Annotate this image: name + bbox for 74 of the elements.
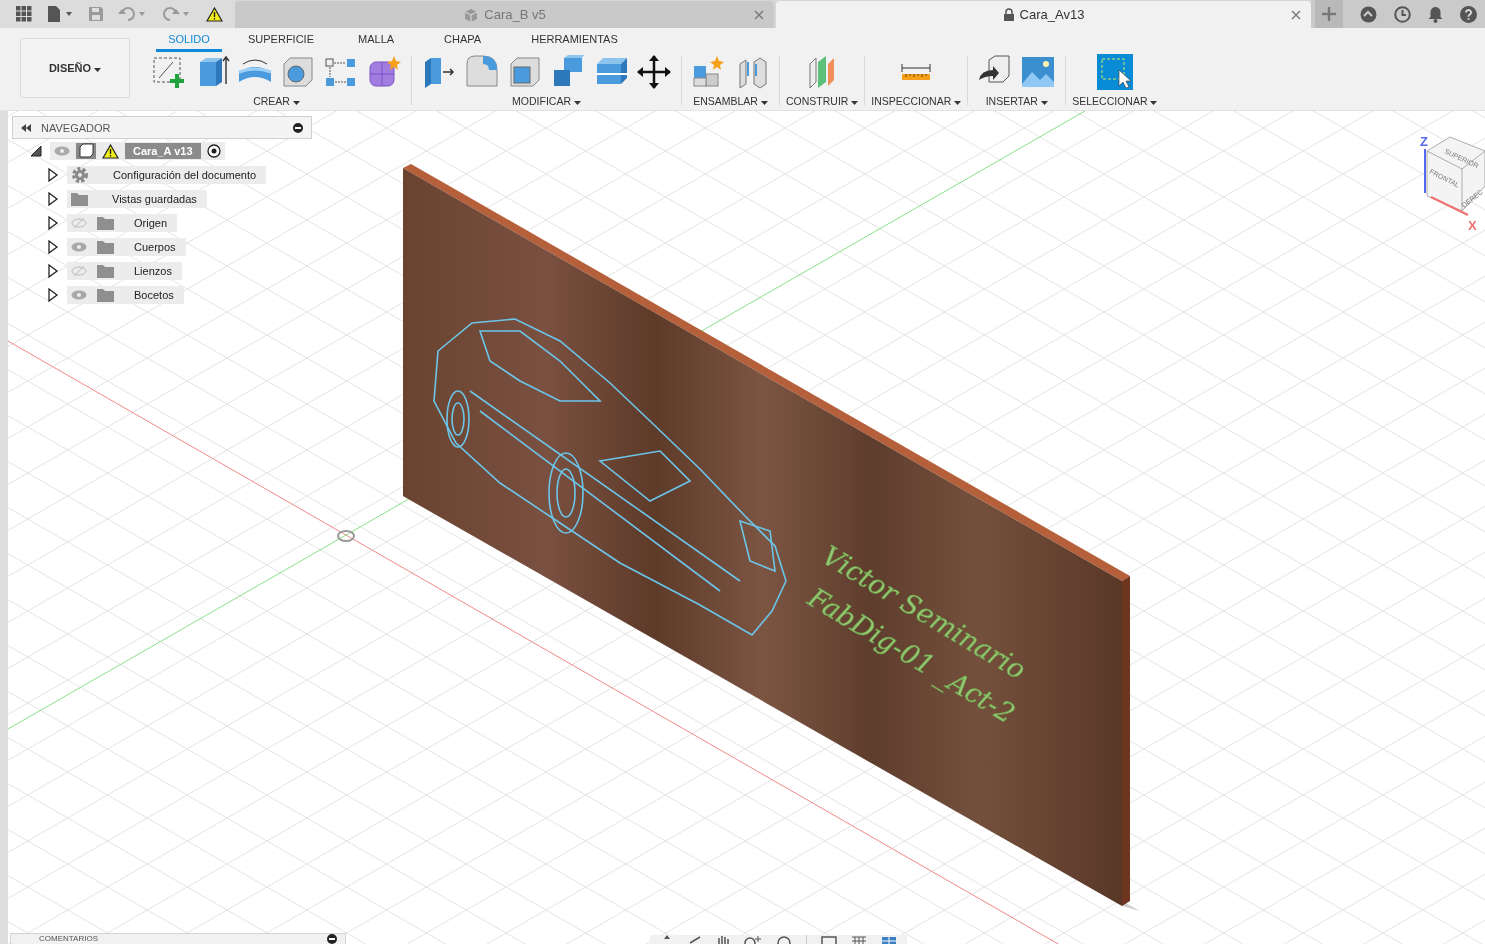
document-tab[interactable]: Cara_Av13 <box>776 1 1311 28</box>
warning-icon <box>102 143 119 159</box>
comments-title: COMENTARIOS <box>39 934 99 944</box>
tool-group-dropdown[interactable]: INSPECCIONAR <box>871 95 962 107</box>
caret-icon <box>954 101 962 105</box>
workspace-dropdown[interactable]: DISEÑO <box>20 38 130 98</box>
sketch-icon[interactable] <box>151 54 187 90</box>
file-icon[interactable] <box>46 6 74 22</box>
caret-icon <box>573 101 581 105</box>
folder-icon <box>97 240 114 254</box>
form-icon[interactable] <box>366 54 402 90</box>
grid-icon[interactable] <box>851 935 867 944</box>
origin-icon <box>337 530 355 542</box>
redo-icon[interactable] <box>162 6 192 22</box>
expand-triangle-icon[interactable] <box>47 288 59 302</box>
document-tab-label: Cara_B v5 <box>484 7 546 22</box>
folder-icon <box>97 264 114 278</box>
folder-icon <box>97 288 114 302</box>
caret-icon <box>760 101 768 105</box>
expand-triangle-icon[interactable] <box>47 240 59 254</box>
apps-grid-icon[interactable] <box>16 6 32 22</box>
tool-group-dropdown[interactable]: ENSAMBLAR <box>693 95 768 107</box>
navigator-title: NAVEGADOR <box>41 121 112 134</box>
expand-triangle-icon[interactable] <box>47 168 59 182</box>
bell-icon[interactable] <box>1428 5 1443 23</box>
component-icon <box>76 143 96 159</box>
move-icon[interactable] <box>636 54 672 90</box>
lock-icon <box>1002 8 1015 21</box>
expand-triangle-icon[interactable] <box>47 264 59 278</box>
display-settings-icon[interactable] <box>821 935 837 944</box>
caret-icon <box>851 101 859 105</box>
caret-icon <box>1150 101 1158 105</box>
caret-icon <box>292 101 300 105</box>
new-tab-button[interactable] <box>1315 0 1343 28</box>
select-icon[interactable] <box>1096 54 1133 90</box>
plus-icon <box>1322 7 1336 21</box>
folder-icon <box>71 192 88 206</box>
tool-group-dropdown[interactable]: SELECCIONAR <box>1072 95 1158 107</box>
undo-icon[interactable] <box>118 6 148 22</box>
warning-icon[interactable] <box>206 6 223 22</box>
minimize-icon[interactable] <box>293 122 303 133</box>
pan-icon[interactable] <box>716 935 730 944</box>
fillet-icon[interactable] <box>464 54 500 90</box>
tool-group-dropdown[interactable]: CONSTRUIR <box>786 95 859 107</box>
zoom-icon[interactable] <box>744 935 762 944</box>
viewports-icon[interactable] <box>881 935 897 944</box>
toolbar-tab[interactable]: MALLA <box>358 28 395 52</box>
help-icon[interactable] <box>1460 5 1477 23</box>
caret-icon <box>1040 101 1048 105</box>
tool-group-dropdown[interactable]: CREAR <box>253 95 300 107</box>
cube-icon <box>463 7 480 22</box>
image-icon[interactable] <box>1020 54 1057 90</box>
toolbar-tab[interactable]: HERRAMIENTAS <box>531 28 618 52</box>
job-status-icon[interactable] <box>1360 5 1377 23</box>
expand-triangle-icon[interactable] <box>47 192 59 206</box>
minimize-icon[interactable] <box>327 934 337 944</box>
close-icon[interactable] <box>754 10 764 20</box>
tool-group-dropdown[interactable]: MODIFICAR <box>512 95 581 107</box>
caret-icon <box>94 68 102 72</box>
tool-group-dropdown[interactable]: INSERTAR <box>985 95 1048 107</box>
axis-label: X <box>1468 218 1477 233</box>
clock-icon[interactable] <box>1394 5 1411 23</box>
hole-icon[interactable] <box>280 54 316 90</box>
expand-triangle-icon[interactable] <box>47 216 59 230</box>
folder-icon <box>97 216 114 230</box>
toolbar-tab[interactable]: CHAPA <box>444 28 482 52</box>
shell-icon[interactable] <box>507 54 543 90</box>
axis-label: Z <box>1420 134 1428 149</box>
toolbar-tab[interactable]: SUPERFICIE <box>248 28 314 52</box>
activate-radio-icon[interactable] <box>206 144 221 158</box>
document-tab-label: Cara_Av13 <box>1019 7 1085 22</box>
expand-triangle-icon[interactable] <box>30 145 42 157</box>
collapse-icon[interactable] <box>21 123 31 132</box>
close-icon[interactable] <box>1291 10 1301 20</box>
